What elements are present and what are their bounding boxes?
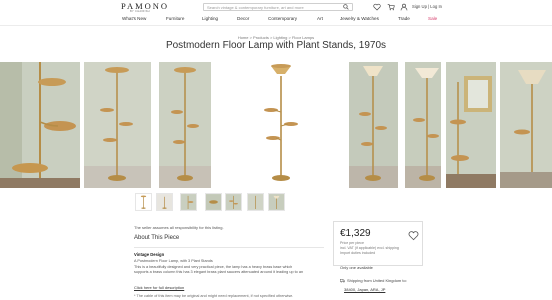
nav-decor[interactable]: Decor xyxy=(237,16,249,21)
product-photo-3[interactable] xyxy=(159,62,211,188)
cable-footnote: * The cable of this item may be original… xyxy=(134,294,294,298)
product-photo-6[interactable] xyxy=(405,62,441,188)
logo-subtitle: BY CHAIRISH xyxy=(130,10,150,13)
favorite-heart-icon[interactable] xyxy=(408,230,419,241)
main-nav: What's New Furniture Lighting Decor Cont… xyxy=(0,14,552,26)
price: €1,329 xyxy=(340,228,371,239)
user-icon[interactable] xyxy=(400,3,408,11)
nav-lighting[interactable]: Lighting xyxy=(202,16,218,21)
full-description-link[interactable]: Click here for full description xyxy=(134,285,184,290)
shipping-destination-link[interactable]: 38400, Japan, ARA, JP xyxy=(344,287,385,292)
shipping-origin: Shipping from United Kingdom to: xyxy=(347,278,407,283)
search-placeholder: Search vintage & contemporary furniture,… xyxy=(207,5,304,10)
product-photo-main[interactable] xyxy=(219,62,343,188)
design-period: Vintage Design xyxy=(134,252,165,257)
thumbnail[interactable] xyxy=(268,193,285,211)
description-line: This is a beautifully designed and very … xyxy=(134,265,293,269)
signup-login-link[interactable]: Sign Up | Log In xyxy=(412,4,442,9)
price-per-piece: Price per piece xyxy=(340,241,364,245)
search-input[interactable]: Search vintage & contemporary furniture,… xyxy=(203,3,353,11)
about-section-title: About This Piece xyxy=(134,235,180,241)
nav-art[interactable]: Art xyxy=(317,16,323,21)
seller-responsibility-note: The seller assumes all responsibility fo… xyxy=(134,225,224,230)
page-title: Postmodern Floor Lamp with Plant Stands,… xyxy=(165,40,387,51)
thumbnail[interactable] xyxy=(180,193,197,211)
product-photo-5[interactable] xyxy=(349,62,398,188)
description-line: A Postmodern Floor Lamp, with 3 Plant St… xyxy=(134,259,213,263)
site-header: PAMONO BY CHAIRISH Search vintage & cont… xyxy=(0,0,552,13)
thumbnail[interactable] xyxy=(247,193,264,211)
nav-trade[interactable]: Trade xyxy=(398,16,410,21)
nav-furniture[interactable]: Furniture xyxy=(166,16,184,21)
vat-note: incl. VAT (if applicable) excl. shipping xyxy=(340,246,399,250)
product-photo-2[interactable] xyxy=(84,62,151,188)
thumbnail[interactable] xyxy=(225,193,242,211)
thumbnail[interactable] xyxy=(205,193,222,211)
heart-icon[interactable] xyxy=(373,3,381,11)
section-divider xyxy=(134,247,324,248)
product-photo-1[interactable] xyxy=(0,62,80,188)
product-photo-8[interactable] xyxy=(500,62,552,188)
availability: Only one available xyxy=(340,265,373,270)
product-photo-7[interactable] xyxy=(446,62,496,188)
thumbnail[interactable] xyxy=(156,193,173,211)
thumbnail[interactable] xyxy=(135,193,152,211)
nav-jewelry-watches[interactable]: Jewelry & Watches xyxy=(340,16,379,21)
nav-sale[interactable]: Sale xyxy=(428,16,437,21)
cart-icon[interactable] xyxy=(387,3,395,11)
import-duties-note: Import duties included xyxy=(340,251,376,255)
description-line: supports a brass column this has 3 elega… xyxy=(134,270,304,274)
search-icon[interactable] xyxy=(343,4,349,10)
nav-contemporary[interactable]: Contemporary xyxy=(268,16,297,21)
nav-whats-new[interactable]: What's New xyxy=(122,16,146,21)
